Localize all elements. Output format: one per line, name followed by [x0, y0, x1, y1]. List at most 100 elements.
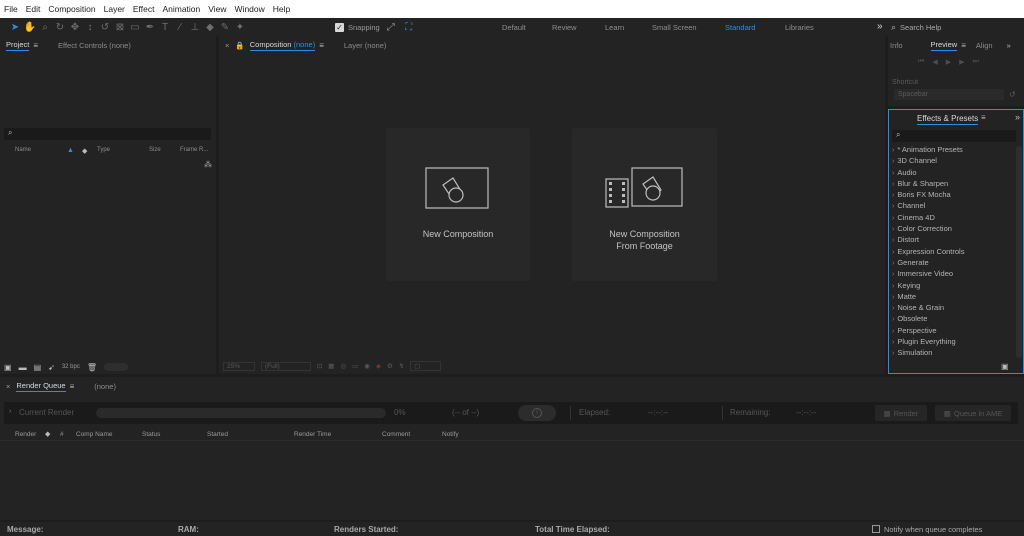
close-icon[interactable]: ×: [6, 382, 10, 391]
chevron-right-icon[interactable]: ›: [892, 170, 894, 177]
effects-category-item[interactable]: › Noise & Grain: [892, 302, 1012, 313]
brush-tool-icon[interactable]: ∕: [173, 20, 187, 34]
col-render[interactable]: Render: [15, 431, 36, 438]
mask-visibility-icon[interactable]: ◎: [340, 362, 346, 370]
effects-category-item[interactable]: › Audio: [892, 167, 1012, 178]
puppet-pin-icon[interactable]: ✦: [233, 20, 247, 34]
roto-brush-icon[interactable]: ✎: [218, 20, 232, 34]
chevron-right-icon[interactable]: ›: [892, 305, 894, 312]
effects-category-item[interactable]: › 3D Channel: [892, 155, 1012, 166]
chevron-right-icon[interactable]: ›: [892, 249, 894, 256]
transparency-grid-icon[interactable]: ▦: [328, 362, 334, 370]
expand-chevron-icon[interactable]: ›: [9, 408, 11, 415]
effects-search-input[interactable]: [892, 130, 1016, 142]
col-type[interactable]: Type: [97, 147, 110, 153]
new-folder-icon[interactable]: ▬: [19, 363, 27, 372]
effects-category-item[interactable]: › Generate: [892, 257, 1012, 268]
label-tag-icon[interactable]: ◆: [45, 430, 50, 438]
effects-category-item[interactable]: › Distort: [892, 234, 1012, 245]
chevron-right-icon[interactable]: ›: [892, 294, 894, 301]
menu-effect[interactable]: Effect: [133, 4, 155, 14]
lock-icon[interactable]: 🔒: [235, 41, 244, 50]
project-scroll[interactable]: [104, 363, 128, 371]
effects-category-item[interactable]: › Immersive Video: [892, 268, 1012, 279]
snap-options-icon[interactable]: ⤢: [384, 20, 398, 34]
chevron-right-icon[interactable]: ›: [892, 192, 894, 199]
bpc-label[interactable]: 32 bpc: [62, 364, 80, 370]
col-number[interactable]: #: [60, 431, 64, 438]
chevron-right-icon[interactable]: ›: [892, 158, 894, 165]
shortcut-dropdown[interactable]: Spacebar: [894, 89, 1004, 100]
interpret-footage-icon[interactable]: ▣: [4, 363, 12, 372]
pan-behind-icon[interactable]: ⊠: [113, 20, 127, 34]
type-tool-icon[interactable]: T: [158, 20, 172, 34]
chevron-right-icon[interactable]: ›: [892, 226, 894, 233]
pan-camera-icon[interactable]: ✥: [68, 20, 82, 34]
panel-menu-icon[interactable]: ≡: [961, 41, 966, 50]
chevron-right-icon[interactable]: ›: [892, 215, 894, 222]
color-settings-icon[interactable]: ⚙: [387, 362, 393, 370]
workspace-overflow-icon[interactable]: »: [877, 21, 883, 32]
col-size[interactable]: Size: [149, 147, 161, 153]
panel-menu-icon[interactable]: ≡: [319, 41, 324, 50]
col-status[interactable]: Status: [142, 431, 160, 438]
effects-category-item[interactable]: › Cinema 4D: [892, 212, 1012, 223]
effects-scrollbar[interactable]: [1016, 146, 1022, 358]
menu-edit[interactable]: Edit: [26, 4, 41, 14]
zoom-tool-icon[interactable]: ⌕: [38, 20, 52, 34]
overflow-icon[interactable]: »: [1015, 112, 1020, 122]
adjust-settings-icon[interactable]: ➹: [48, 363, 55, 372]
close-icon[interactable]: ×: [225, 41, 229, 50]
effects-category-item[interactable]: › Simulation: [892, 347, 1012, 358]
show-channel-icon[interactable]: ◆: [376, 362, 381, 370]
col-notify[interactable]: Notify: [442, 431, 459, 438]
effects-presets-title[interactable]: Effects & Presets: [917, 114, 979, 125]
tab-effect-controls[interactable]: Effect Controls (none): [58, 41, 131, 50]
camera-view-icon[interactable]: ▢: [410, 361, 442, 371]
chevron-right-icon[interactable]: ›: [892, 283, 894, 290]
snapshot-icon[interactable]: ◉: [364, 362, 370, 370]
next-frame-icon[interactable]: ▶: [959, 58, 964, 66]
info-button[interactable]: i: [518, 405, 556, 421]
rectangle-tool-icon[interactable]: ▭: [128, 20, 142, 34]
new-folder-icon[interactable]: ▣: [1001, 362, 1009, 371]
tab-align[interactable]: Align: [976, 41, 993, 50]
guides-icon[interactable]: ▭: [352, 362, 358, 370]
menu-composition[interactable]: Composition: [48, 4, 95, 14]
chevron-right-icon[interactable]: ›: [892, 350, 894, 357]
menu-animation[interactable]: Animation: [162, 4, 200, 14]
new-composition-card[interactable]: New Composition: [386, 128, 530, 281]
hand-tool-icon[interactable]: ✋: [23, 20, 37, 34]
tab-layer[interactable]: Layer (none): [344, 41, 387, 50]
effects-category-item[interactable]: › Perspective: [892, 325, 1012, 336]
chevron-right-icon[interactable]: ›: [892, 203, 894, 210]
tab-none[interactable]: (none): [94, 382, 116, 391]
effects-category-item[interactable]: › Plugin Everything: [892, 336, 1012, 347]
eraser-tool-icon[interactable]: ◆: [203, 20, 217, 34]
chevron-right-icon[interactable]: ›: [892, 339, 894, 346]
effects-category-item[interactable]: › * Animation Presets: [892, 144, 1012, 155]
effects-category-item[interactable]: › Obsolete: [892, 313, 1012, 324]
first-frame-icon[interactable]: ⏮: [918, 58, 924, 66]
region-of-interest-icon[interactable]: ⊡: [317, 362, 322, 370]
sort-up-icon[interactable]: ▲: [67, 147, 74, 154]
notify-checkbox[interactable]: [872, 525, 880, 533]
effects-category-item[interactable]: › Matte: [892, 291, 1012, 302]
col-comment[interactable]: Comment: [382, 431, 410, 438]
chevron-right-icon[interactable]: ›: [892, 316, 894, 323]
menu-view[interactable]: View: [208, 4, 226, 14]
workspace-default[interactable]: Default: [502, 23, 552, 32]
workspace-review[interactable]: Review: [552, 23, 605, 32]
chevron-right-icon[interactable]: ›: [892, 181, 894, 188]
chevron-right-icon[interactable]: ›: [892, 237, 894, 244]
snapping-checkbox[interactable]: ✓: [335, 22, 344, 32]
tab-info[interactable]: Info: [890, 41, 903, 50]
panel-menu-icon[interactable]: ≡: [70, 382, 75, 391]
trash-icon[interactable]: 🗑: [87, 363, 97, 372]
fast-previews-icon[interactable]: ↯: [399, 362, 404, 370]
effects-category-item[interactable]: › Color Correction: [892, 223, 1012, 234]
workspace-learn[interactable]: Learn: [605, 23, 652, 32]
menu-help[interactable]: Help: [273, 4, 290, 14]
panel-menu-icon[interactable]: ≡: [981, 113, 986, 122]
col-started[interactable]: Started: [207, 431, 228, 438]
